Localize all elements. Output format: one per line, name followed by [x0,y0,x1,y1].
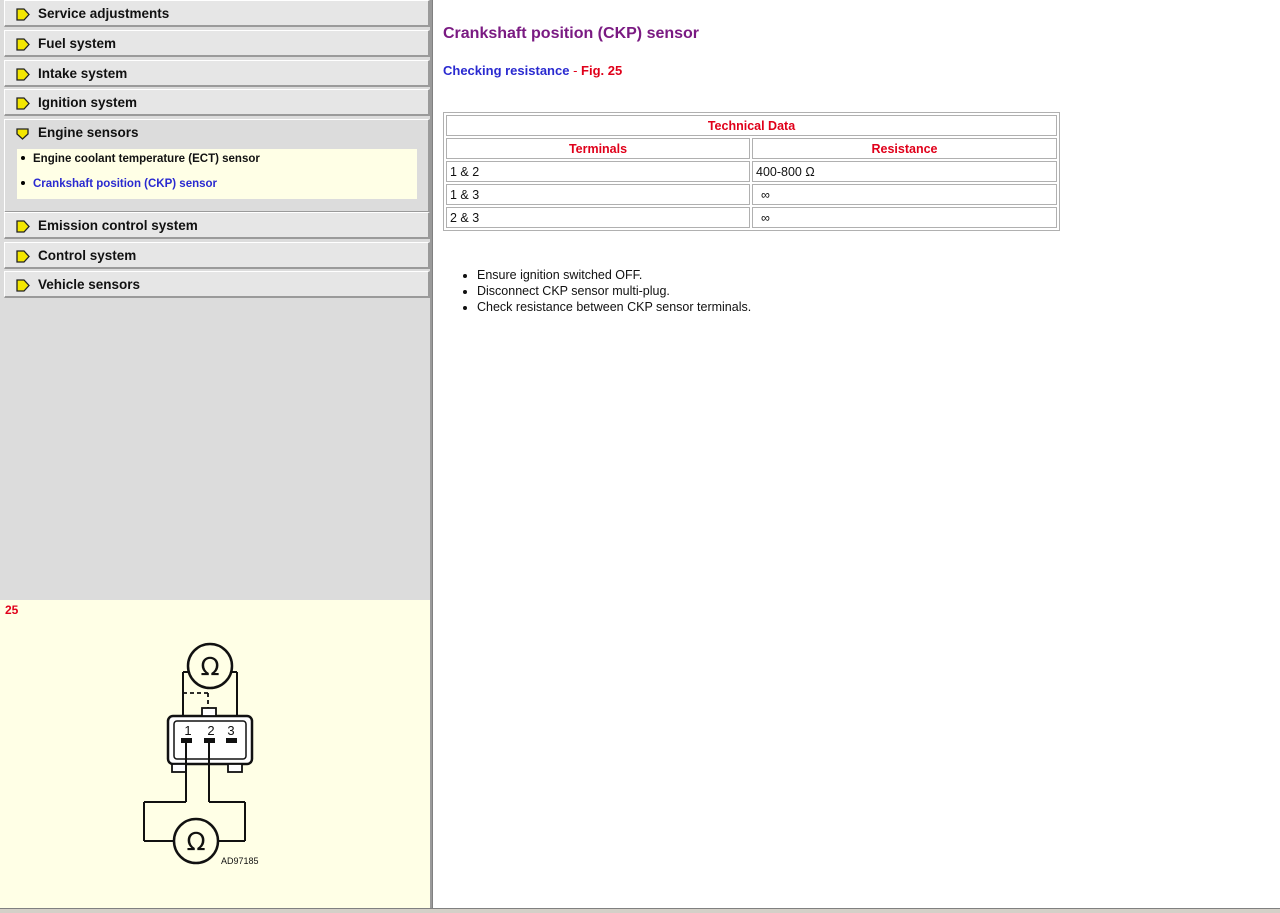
section-ignition-system[interactable]: Ignition system [4,89,430,116]
table-caption-row: Technical Data [446,115,1057,136]
arrow-right-icon [16,220,30,233]
terminal-label-3: 3 [227,723,234,738]
arrow-right-icon [16,97,30,110]
submenu-item-label: Crankshaft position (CKP) sensor [33,178,218,190]
section-label: Intake system [38,66,128,81]
page-title: Crankshaft position (CKP) sensor [443,25,700,42]
resistance-cell: 400-800 Ω [752,161,1057,182]
bullet [21,155,25,160]
arrow-right-icon [16,250,30,263]
ohm-symbol: Ω [200,652,219,681]
figure-link[interactable]: Fig. 25 [581,63,622,78]
table-row: 1 & 2 400-800 Ω [446,161,1057,182]
submenu-item-ckp-sensor[interactable]: Crankshaft position (CKP) sensor [21,178,217,190]
procedure-steps: Ensure ignition switched OFF. Disconnect… [457,267,751,315]
section-label: Emission control system [38,218,198,233]
terminal-label-1: 1 [184,723,191,738]
list-item: Ensure ignition switched OFF. [477,267,751,283]
subheading: Checking resistance - Fig. 25 [443,63,622,78]
resistance-cell: ∞ [752,184,1057,205]
status-bar [0,908,1280,913]
figure-panel: 25 Ω 1 2 3 Ω AD97185 [0,600,432,911]
column-header-resistance: Resistance [752,138,1057,159]
section-emission-control-system[interactable]: Emission control system [4,212,430,239]
arrow-right-icon [16,68,30,81]
table-caption: Technical Data [446,115,1057,136]
arrow-right-icon [16,8,30,21]
section-vehicle-sensors[interactable]: Vehicle sensors [4,271,430,298]
list-item: Disconnect CKP sensor multi-plug. [477,283,751,299]
terminals-cell: 2 & 3 [446,207,750,228]
section-label: Service adjustments [38,6,170,21]
section-label: Control system [38,248,137,263]
section-label: Vehicle sensors [38,277,141,292]
resistance-cell: ∞ [752,207,1057,228]
subheading-text: Checking resistance [443,63,570,78]
subheading-separator: - [569,63,582,78]
terminals-cell: 1 & 3 [446,184,750,205]
sidebar: Service adjustments Fuel system Intake s… [0,0,432,600]
arrow-down-icon [16,128,29,140]
arrow-right-icon [16,279,30,292]
terminals-cell: 1 & 2 [446,161,750,182]
content-pane: Crankshaft position (CKP) sensor Checkin… [432,0,1280,908]
terminal-label-2: 2 [207,723,214,738]
list-item: Check resistance between CKP sensor term… [477,299,751,315]
table-header-row: Terminals Resistance [446,138,1057,159]
column-header-terminals: Terminals [446,138,750,159]
section-label: Ignition system [38,95,138,110]
engine-sensors-submenu: Engine coolant temperature (ECT) sensor … [17,149,417,199]
section-fuel-system[interactable]: Fuel system [4,30,430,57]
ohm-symbol: Ω [186,827,205,856]
figure-number: 25 [5,603,19,617]
technical-data-table: Technical Data Terminals Resistance 1 & … [443,112,1060,231]
submenu-item-label: Engine coolant temperature (ECT) sensor [33,153,260,165]
ckp-wiring-diagram: Ω 1 2 3 Ω AD97185 [143,642,259,866]
arrow-right-icon [16,38,30,51]
section-label: Fuel system [38,36,117,51]
table-row: 2 & 3 ∞ [446,207,1057,228]
section-label: Engine sensors [38,125,139,140]
figure-code: AD97185 [221,856,259,866]
connector-latch [201,707,217,717]
table-row: 1 & 3 ∞ [446,184,1057,205]
section-control-system[interactable]: Control system [4,242,430,269]
section-service-adjustments[interactable]: Service adjustments [4,0,430,27]
submenu-item-ect-sensor[interactable]: Engine coolant temperature (ECT) sensor [21,153,260,165]
section-intake-system[interactable]: Intake system [4,60,430,87]
bullet [21,180,25,185]
